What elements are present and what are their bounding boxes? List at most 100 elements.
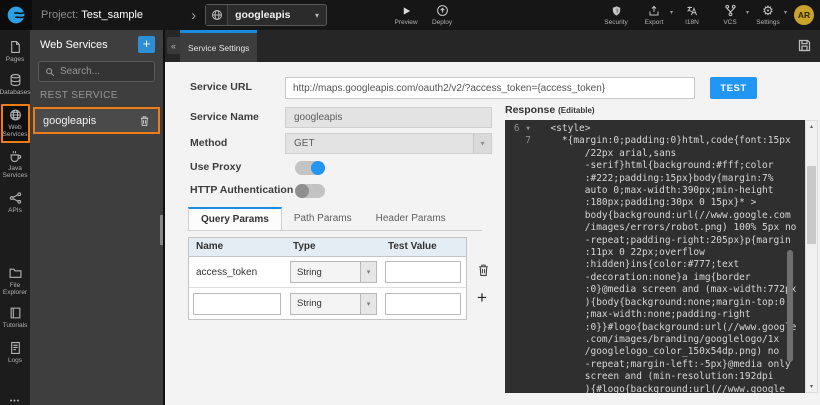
type-select[interactable]: String ▾	[290, 293, 377, 315]
rail-item-java-services[interactable]: Java Services	[0, 149, 30, 179]
test-value-input[interactable]	[385, 261, 461, 283]
line-number	[505, 148, 539, 160]
method-value: GET	[294, 138, 315, 149]
scrollbar-thumb[interactable]	[807, 166, 816, 244]
param-name-cell	[189, 293, 286, 315]
rail-item-pages[interactable]: Pages	[0, 40, 30, 63]
code-line: :180px;padding:30px 0 15px}* >	[505, 197, 805, 209]
editor-scrollbar-thumb[interactable]	[787, 250, 793, 362]
code-line: -repeat;padding-right:205px}p{margin	[505, 235, 805, 247]
code-line: :0}}#logo{background:url(//www.google	[505, 322, 805, 334]
security-button[interactable]: Security	[599, 4, 633, 26]
settings-button[interactable]: ⚙ ▾ Settings	[751, 4, 785, 26]
use-proxy-toggle[interactable]	[295, 161, 325, 175]
play-icon	[401, 4, 412, 17]
response-editable-note: (Editable)	[558, 106, 594, 115]
rail-item-logs[interactable]: Logs	[0, 341, 30, 364]
code-line: /22px arial,sans	[505, 148, 805, 160]
code-line: -repeat;margin-left:-5px}@media only	[505, 359, 805, 371]
code-text: *{margin:0;padding:0}html,code{font:15px	[539, 135, 791, 147]
rail-item-tutorials[interactable]: Tutorials	[0, 306, 30, 329]
http-auth-toggle[interactable]	[295, 184, 325, 198]
line-number: 6 ▾	[505, 123, 539, 135]
code-line: -serif}html{background:#fff;color	[505, 160, 805, 172]
code-text: -repeat;margin-left:-5px}@media only	[539, 359, 791, 371]
param-name-input[interactable]	[193, 293, 281, 315]
rail-item-file-explorer[interactable]: File Explorer	[0, 266, 30, 296]
rail-item-label: Tutorials	[3, 322, 28, 329]
preview-button[interactable]: Preview	[389, 4, 423, 26]
test-value-input[interactable]	[385, 293, 461, 315]
test-button[interactable]: TEST	[710, 77, 757, 99]
breadcrumb: Project:Test_sample	[41, 9, 143, 21]
rail-item-web-services[interactable]: Web Services	[1, 104, 30, 143]
table-row: String ▾	[189, 288, 466, 319]
delete-row-trash-icon[interactable]	[477, 263, 490, 277]
code-line: 6 ▾ <style>	[505, 123, 805, 135]
response-code-editor[interactable]: 6 ▾ <style>7 *{margin:0;padding:0}html,c…	[505, 120, 805, 393]
service-settings-content: Service URL TEST Service Name googleapis…	[165, 62, 820, 405]
rail-item-apis[interactable]: APIs	[0, 191, 30, 214]
app-window: Project:Test_sample › googleapis ▾ Previ…	[0, 0, 820, 405]
line-number	[505, 247, 539, 259]
i18n-button[interactable]: I18N	[675, 4, 709, 26]
tab-path-params[interactable]: Path Params	[282, 207, 364, 230]
toggle-knob	[311, 161, 325, 175]
tab-service-settings[interactable]: Service Settings	[180, 30, 257, 62]
code-line: :hidden}ins{color:#777;text	[505, 259, 805, 271]
type-select[interactable]: String ▾	[290, 261, 377, 283]
line-number	[505, 322, 539, 334]
app-logo[interactable]	[0, 0, 32, 30]
topbar-right-actions: Security ▾ Export I18N ▾ VCS	[599, 4, 820, 26]
param-test-cell	[381, 261, 466, 283]
method-label: Method	[190, 137, 227, 149]
project-name[interactable]: Test_sample	[81, 9, 143, 21]
topbar-left-actions: Preview Deploy	[389, 4, 459, 26]
service-selector-value: googleapis	[228, 9, 315, 21]
line-number	[505, 197, 539, 209]
section-header-rest-service: REST SERVICE	[40, 90, 153, 101]
globe-icon	[9, 108, 22, 122]
code-text: .com/images/branding/googlelogo/1x	[539, 334, 779, 346]
wavemaker-logo-icon	[6, 5, 26, 25]
scroll-up-arrow-icon[interactable]: ▴	[806, 121, 817, 132]
breadcrumb-chevron-icon: ›	[191, 8, 196, 23]
panel-scrollbar-thumb[interactable]	[160, 215, 163, 245]
response-scrollbar[interactable]: ▴ ▾	[805, 120, 818, 393]
tab-query-params[interactable]: Query Params	[188, 207, 282, 230]
more-options-icon[interactable]: •••	[10, 398, 20, 405]
web-services-panel: Web Services + REST SERVICE googleapis	[30, 30, 165, 405]
code-text: :#222;padding:15px}body{margin:7%	[539, 173, 774, 185]
tab-header-params[interactable]: Header Params	[364, 207, 458, 230]
service-list-item-googleapis[interactable]: googleapis	[33, 107, 160, 134]
code-line: ){body{background:none;margin-top:0	[505, 297, 805, 309]
add-row-plus-icon[interactable]: +	[477, 291, 487, 305]
add-service-button[interactable]: +	[138, 36, 155, 53]
scroll-down-arrow-icon[interactable]: ▾	[806, 381, 817, 392]
line-number	[505, 346, 539, 358]
param-type-cell: String ▾	[286, 293, 381, 315]
code-text: <style>	[539, 123, 590, 135]
trash-icon[interactable]	[139, 115, 150, 127]
rail-item-databases[interactable]: Databases	[0, 73, 30, 96]
service-name-value: googleapis	[294, 112, 342, 123]
service-selector-dropdown[interactable]: googleapis ▾	[205, 4, 327, 26]
use-proxy-label: Use Proxy	[190, 161, 241, 173]
vcs-label: VCS	[723, 19, 736, 26]
vcs-button[interactable]: ▾ VCS	[713, 4, 747, 26]
code-line: .com/images/branding/googlelogo/1x	[505, 334, 805, 346]
method-select[interactable]: GET ▾	[285, 133, 492, 154]
save-icon[interactable]	[797, 38, 812, 53]
param-type-cell: String ▾	[286, 261, 381, 283]
params-tabbar: Query Params Path Params Header Params	[188, 207, 482, 231]
code-text: -serif}html{background:#fff;color	[539, 160, 774, 172]
export-button[interactable]: ▾ Export	[637, 4, 671, 26]
search-input[interactable]	[60, 66, 150, 77]
collapse-panel-button[interactable]: «	[167, 37, 180, 54]
page-icon	[9, 40, 22, 54]
deploy-label: Deploy	[432, 19, 452, 26]
deploy-button[interactable]: Deploy	[425, 4, 459, 26]
database-icon	[9, 73, 22, 87]
user-avatar[interactable]: AR	[794, 5, 814, 25]
service-url-input[interactable]	[285, 77, 695, 99]
